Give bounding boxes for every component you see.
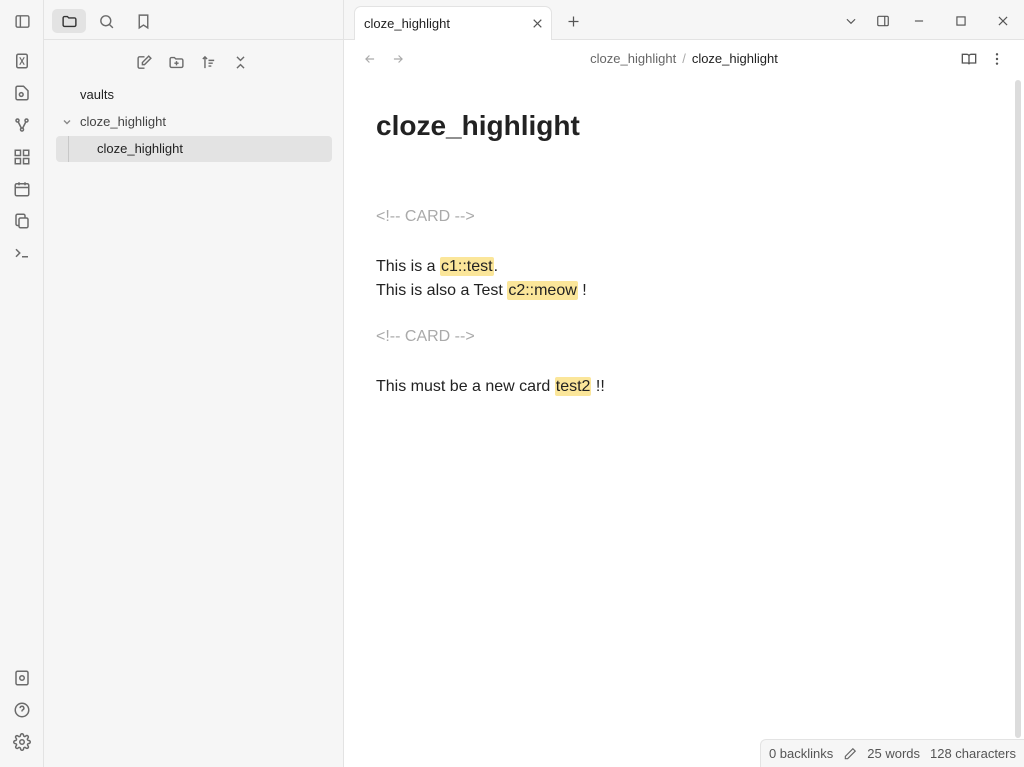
cloze-highlight-2: c2::meow	[507, 281, 578, 300]
cloze-highlight-1: c1::test	[440, 257, 494, 276]
toggle-right-sidebar-icon[interactable]	[872, 10, 894, 32]
breadcrumb-parent[interactable]: cloze_highlight	[590, 51, 676, 66]
maximize-icon[interactable]	[950, 10, 972, 32]
breadcrumb-current[interactable]: cloze_highlight	[692, 51, 778, 66]
line-3-text: This must be a new card	[376, 378, 555, 395]
word-count: 25 words	[867, 746, 920, 761]
tree-folder-item[interactable]: cloze_highlight	[56, 109, 332, 135]
tree-folder-label: cloze_highlight	[80, 114, 167, 129]
line-2-end: !	[577, 282, 587, 299]
note-content[interactable]: cloze_highlight <!-- CARD --> This is a …	[376, 108, 976, 396]
files-tab-folder-icon[interactable]	[52, 9, 86, 33]
reading-view-book-icon[interactable]	[958, 48, 980, 70]
card-comment-1: <!-- CARD -->	[376, 208, 475, 225]
line-3-end: !!	[591, 378, 605, 395]
copy-icon[interactable]	[11, 210, 33, 232]
canvas-icon[interactable]	[11, 146, 33, 168]
editor-pane: cloze_highlight cloze_highlight / cloze_…	[344, 0, 1024, 767]
cloze-highlight-3: test2	[554, 377, 592, 396]
breadcrumb: cloze_highlight / cloze_highlight	[344, 51, 1024, 66]
note-line-1: This is a c1::test.	[376, 255, 498, 279]
sort-icon[interactable]	[196, 50, 220, 74]
backlinks-count[interactable]: 0 backlinks	[769, 746, 833, 761]
line-2-text: This is also a Test	[376, 282, 508, 299]
document-search-icon[interactable]	[11, 82, 33, 104]
help-icon[interactable]	[11, 699, 33, 721]
search-icon[interactable]	[89, 9, 123, 33]
tree-file-label: cloze_highlight	[97, 141, 184, 156]
character-count: 128 characters	[930, 746, 1016, 761]
editor-scrollbar[interactable]	[1015, 80, 1021, 738]
minimize-icon[interactable]	[908, 10, 930, 32]
note-line-3: This must be a new card test2 !!	[376, 375, 605, 399]
terminal-icon[interactable]	[11, 242, 33, 264]
vault-switcher-icon[interactable]	[11, 667, 33, 689]
breadcrumb-separator: /	[682, 51, 686, 66]
calendar-icon[interactable]	[11, 178, 33, 200]
tree-file-item-active[interactable]: cloze_highlight	[56, 136, 332, 162]
view-header: cloze_highlight / cloze_highlight	[344, 40, 1024, 78]
collapse-all-icon[interactable]	[228, 50, 252, 74]
graph-view-icon[interactable]	[11, 114, 33, 136]
ribbon	[0, 0, 44, 767]
file-tree: vaults cloze_highlight cloze_highlight	[56, 82, 332, 163]
file-explorer-actions	[132, 50, 252, 74]
close-tab-icon[interactable]	[529, 15, 545, 31]
settings-gear-icon[interactable]	[11, 731, 33, 753]
new-tab-plus-icon[interactable]	[562, 10, 584, 32]
new-note-icon[interactable]	[132, 50, 156, 74]
tab-title: cloze_highlight	[364, 16, 451, 31]
line-1-text: This is a	[376, 258, 441, 275]
sidebar-header	[14, 0, 344, 40]
card-comment-2: <!-- CARD -->	[376, 328, 475, 345]
tab-bar: cloze_highlight	[344, 0, 1024, 40]
new-folder-icon[interactable]	[164, 50, 188, 74]
tab-list-chevron-down-icon[interactable]	[840, 10, 862, 32]
line-1-end: .	[493, 258, 499, 275]
more-options-icon[interactable]	[986, 48, 1008, 70]
open-quick-switcher-icon[interactable]	[11, 50, 33, 72]
note-title[interactable]: cloze_highlight	[376, 108, 976, 144]
tab-cloze-highlight[interactable]: cloze_highlight	[354, 6, 552, 40]
status-bar: 0 backlinks 25 words 128 characters	[759, 739, 1024, 767]
edit-pencil-icon[interactable]	[843, 747, 857, 761]
chevron-down-icon	[63, 120, 71, 125]
bookmark-icon[interactable]	[126, 9, 160, 33]
note-line-2: This is also a Test c2::meow !	[376, 279, 587, 303]
toggle-sidebar-icon[interactable]	[5, 9, 39, 33]
close-window-icon[interactable]	[992, 10, 1014, 32]
file-explorer-sidebar: vaults cloze_highlight cloze_highlight	[14, 0, 344, 767]
tree-vault-root[interactable]: vaults	[56, 82, 332, 108]
